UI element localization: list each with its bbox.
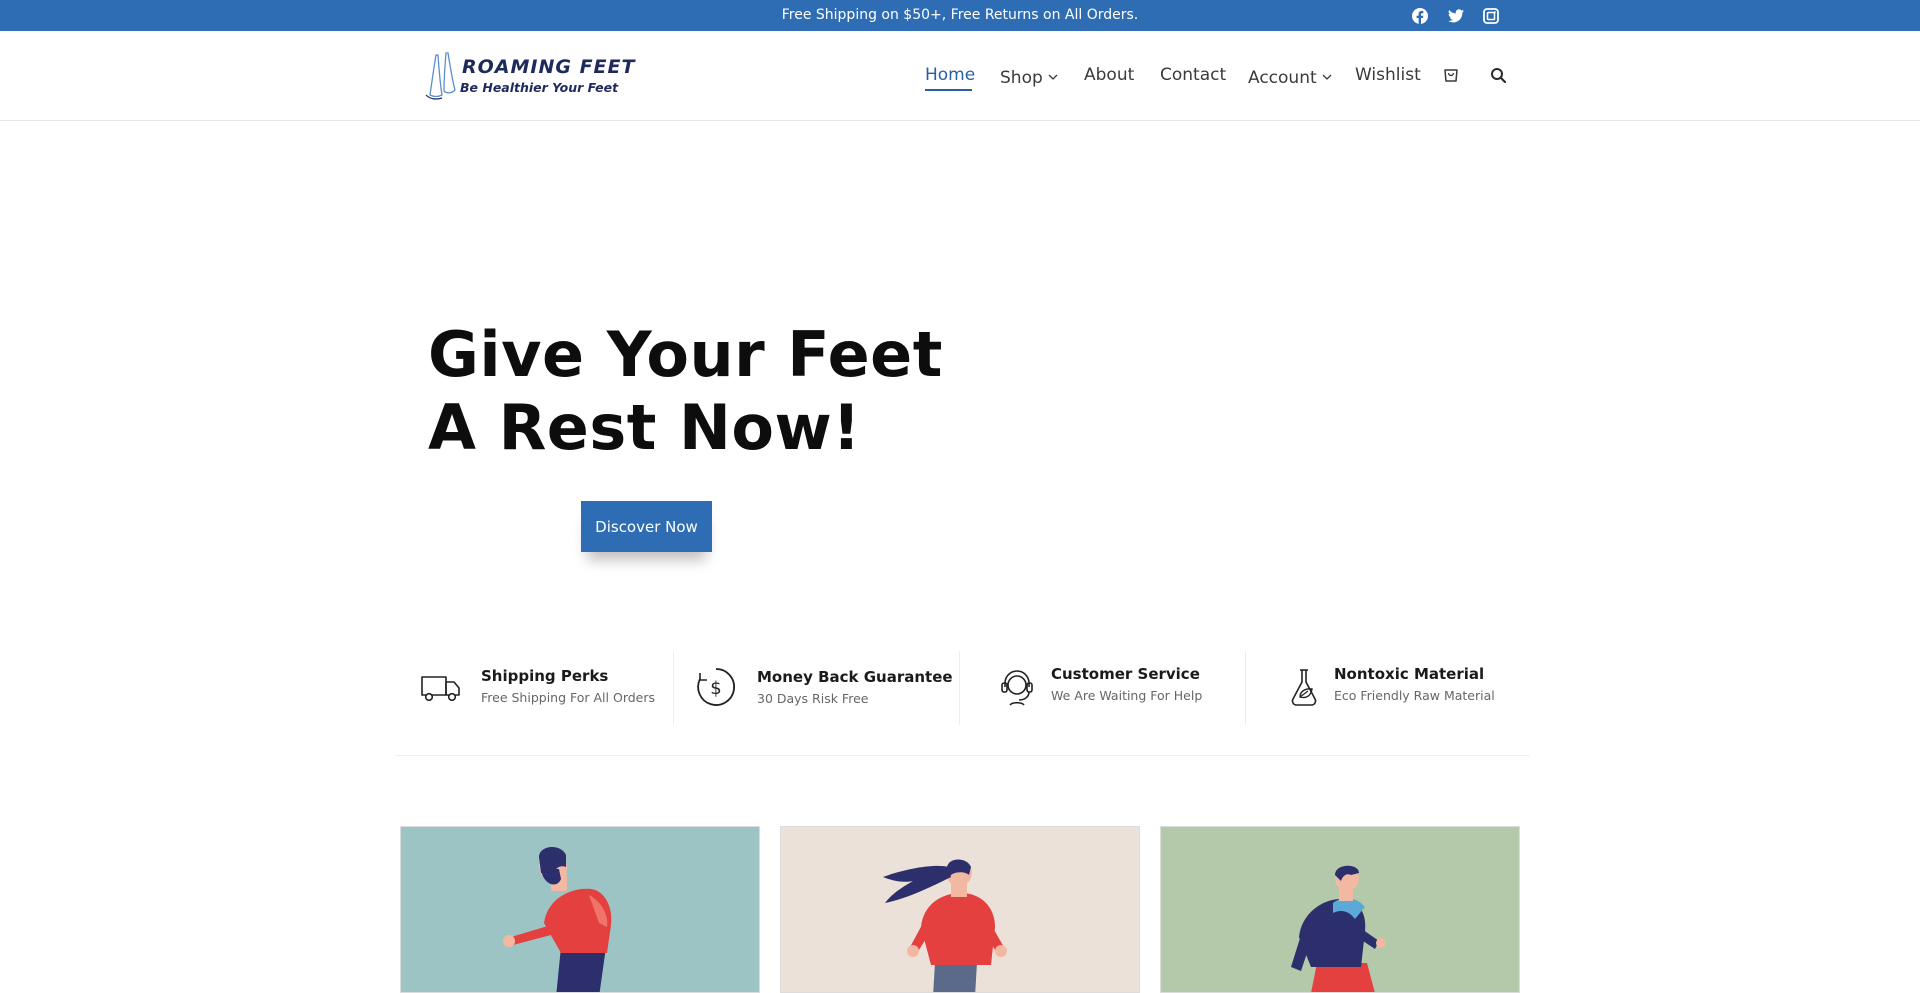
hero-title-line-2: A Rest Now!	[428, 391, 862, 464]
feature-subtitle: We Are Waiting For Help	[1051, 688, 1203, 703]
feature-nontoxic: Nontoxic Material Eco Friendly Raw Mater…	[1246, 651, 1530, 725]
facebook-icon[interactable]	[1411, 7, 1428, 24]
nav-wishlist[interactable]: Wishlist	[1355, 65, 1421, 85]
logo-tagline: Be Healthier Your Feet	[460, 80, 619, 95]
nav-account-label: Account	[1248, 68, 1317, 88]
flask-leaf-icon	[1291, 669, 1317, 706]
nav-about[interactable]: About	[1084, 65, 1134, 85]
chevron-down-icon	[1322, 65, 1332, 85]
nav-home[interactable]: Home	[925, 65, 975, 85]
nav-active-underline	[925, 89, 972, 91]
announcement-text: Free Shipping on $50+, Free Returns on A…	[781, 7, 1139, 23]
feature-customer-service: Customer Service We Are Waiting For Help	[960, 651, 1245, 725]
chevron-down-icon	[1048, 65, 1058, 85]
feature-subtitle: Free Shipping For All Orders	[481, 690, 656, 705]
feature-title: Nontoxic Material	[1334, 665, 1485, 683]
nav-shop[interactable]: Shop	[1000, 65, 1058, 88]
feature-title: Customer Service	[1051, 665, 1200, 683]
announcement-bar: Free Shipping on $50+, Free Returns on A…	[0, 0, 1920, 31]
feature-shipping: Shipping Perks Free Shipping For All Ord…	[395, 651, 673, 725]
truck-icon	[421, 676, 460, 702]
logo-title: ROAMING FEET	[462, 56, 636, 78]
feature-title: Money Back Guarantee	[757, 668, 953, 686]
instagram-icon[interactable]	[1482, 7, 1499, 24]
feature-subtitle: Eco Friendly Raw Material	[1334, 688, 1495, 703]
svg-text:$: $	[710, 678, 721, 699]
site-logo[interactable]: ROAMING FEET Be Healthier Your Feet	[422, 51, 634, 103]
nav-contact[interactable]: Contact	[1160, 65, 1226, 85]
feet-logo-icon	[425, 52, 456, 100]
category-card[interactable]	[1160, 826, 1520, 993]
hero-title: Give Your Feet A Rest Now!	[428, 318, 943, 464]
feature-money-back: $ Money Back Guarantee 30 Days Risk Free	[674, 651, 959, 725]
cart-icon[interactable]	[1441, 65, 1461, 85]
headset-icon	[1001, 670, 1033, 706]
feature-title: Shipping Perks	[481, 667, 609, 685]
discover-now-button[interactable]: Discover Now	[581, 501, 712, 552]
features-strip: Shipping Perks Free Shipping For All Ord…	[395, 651, 1530, 756]
bearded-man-running-illustration	[503, 846, 612, 992]
man-running-illustration	[1291, 865, 1386, 992]
category-card[interactable]	[780, 826, 1140, 993]
category-card[interactable]	[400, 826, 760, 993]
hero-title-line-1: Give Your Feet	[428, 318, 943, 391]
site-header: ROAMING FEET Be Healthier Your Feet Home…	[0, 31, 1920, 121]
search-icon[interactable]	[1488, 65, 1508, 85]
money-back-icon: $	[697, 668, 736, 706]
twitter-icon[interactable]	[1447, 7, 1464, 24]
nav-account[interactable]: Account	[1248, 65, 1332, 88]
woman-running-illustration	[883, 859, 1007, 992]
feature-subtitle: 30 Days Risk Free	[757, 691, 869, 706]
nav-shop-label: Shop	[1000, 68, 1043, 88]
